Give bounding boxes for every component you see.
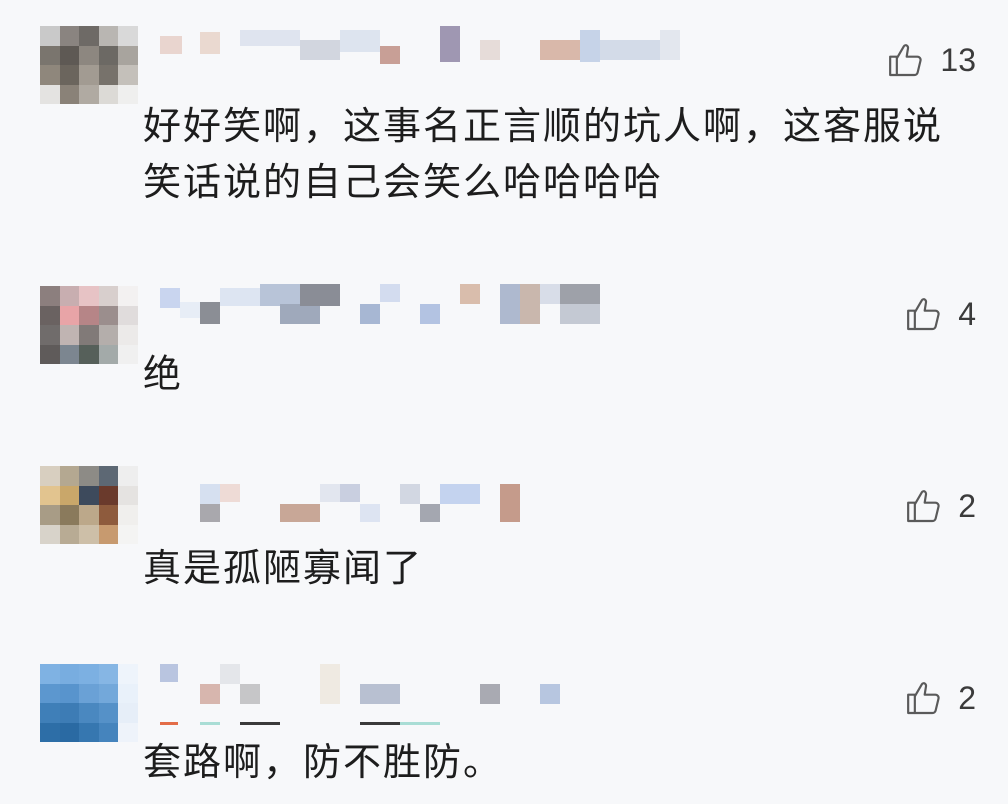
comment-text: 好好笑啊，这事名正言顺的坑人啊，这客服说 笑话说的自己会笑么哈哈哈哈: [143, 104, 944, 204]
comment-item: 2 套路啊，防不胜防。: [0, 640, 1008, 804]
comment-text: 套路啊，防不胜防。: [143, 740, 504, 784]
thumbs-up-icon: [889, 44, 923, 77]
username-blurred[interactable]: [160, 664, 680, 725]
thumbs-up-icon: [907, 682, 940, 715]
like-button[interactable]: 4: [904, 292, 976, 336]
like-count: 4: [958, 295, 976, 332]
like-button[interactable]: 2: [904, 676, 976, 720]
thumbs-up-icon: [907, 490, 940, 523]
username-blurred[interactable]: [160, 26, 680, 72]
comment-text: 真是孤陋寡闻了: [143, 546, 424, 590]
username-blurred[interactable]: [160, 484, 680, 530]
username-blurred[interactable]: [160, 284, 680, 330]
like-count: 13: [940, 41, 976, 78]
comment-item: 4 绝: [0, 250, 1008, 440]
comment-list: 13 好好笑啊，这事名正言顺的坑人啊，这客服说 笑话说的自己会笑么哈哈哈哈 4 …: [0, 0, 1008, 804]
avatar[interactable]: [40, 664, 138, 742]
avatar[interactable]: [40, 286, 138, 364]
comment-item: 2 真是孤陋寡闻了: [0, 440, 1008, 640]
like-button[interactable]: 2: [904, 484, 976, 528]
comment-text: 绝: [143, 352, 184, 396]
thumbs-up-icon: [907, 298, 940, 331]
like-button[interactable]: 13: [886, 38, 976, 82]
avatar[interactable]: [40, 466, 138, 544]
like-count: 2: [958, 487, 976, 524]
avatar[interactable]: [40, 26, 138, 104]
comment-item: 13 好好笑啊，这事名正言顺的坑人啊，这客服说 笑话说的自己会笑么哈哈哈哈: [0, 0, 1008, 250]
like-count: 2: [958, 679, 976, 716]
